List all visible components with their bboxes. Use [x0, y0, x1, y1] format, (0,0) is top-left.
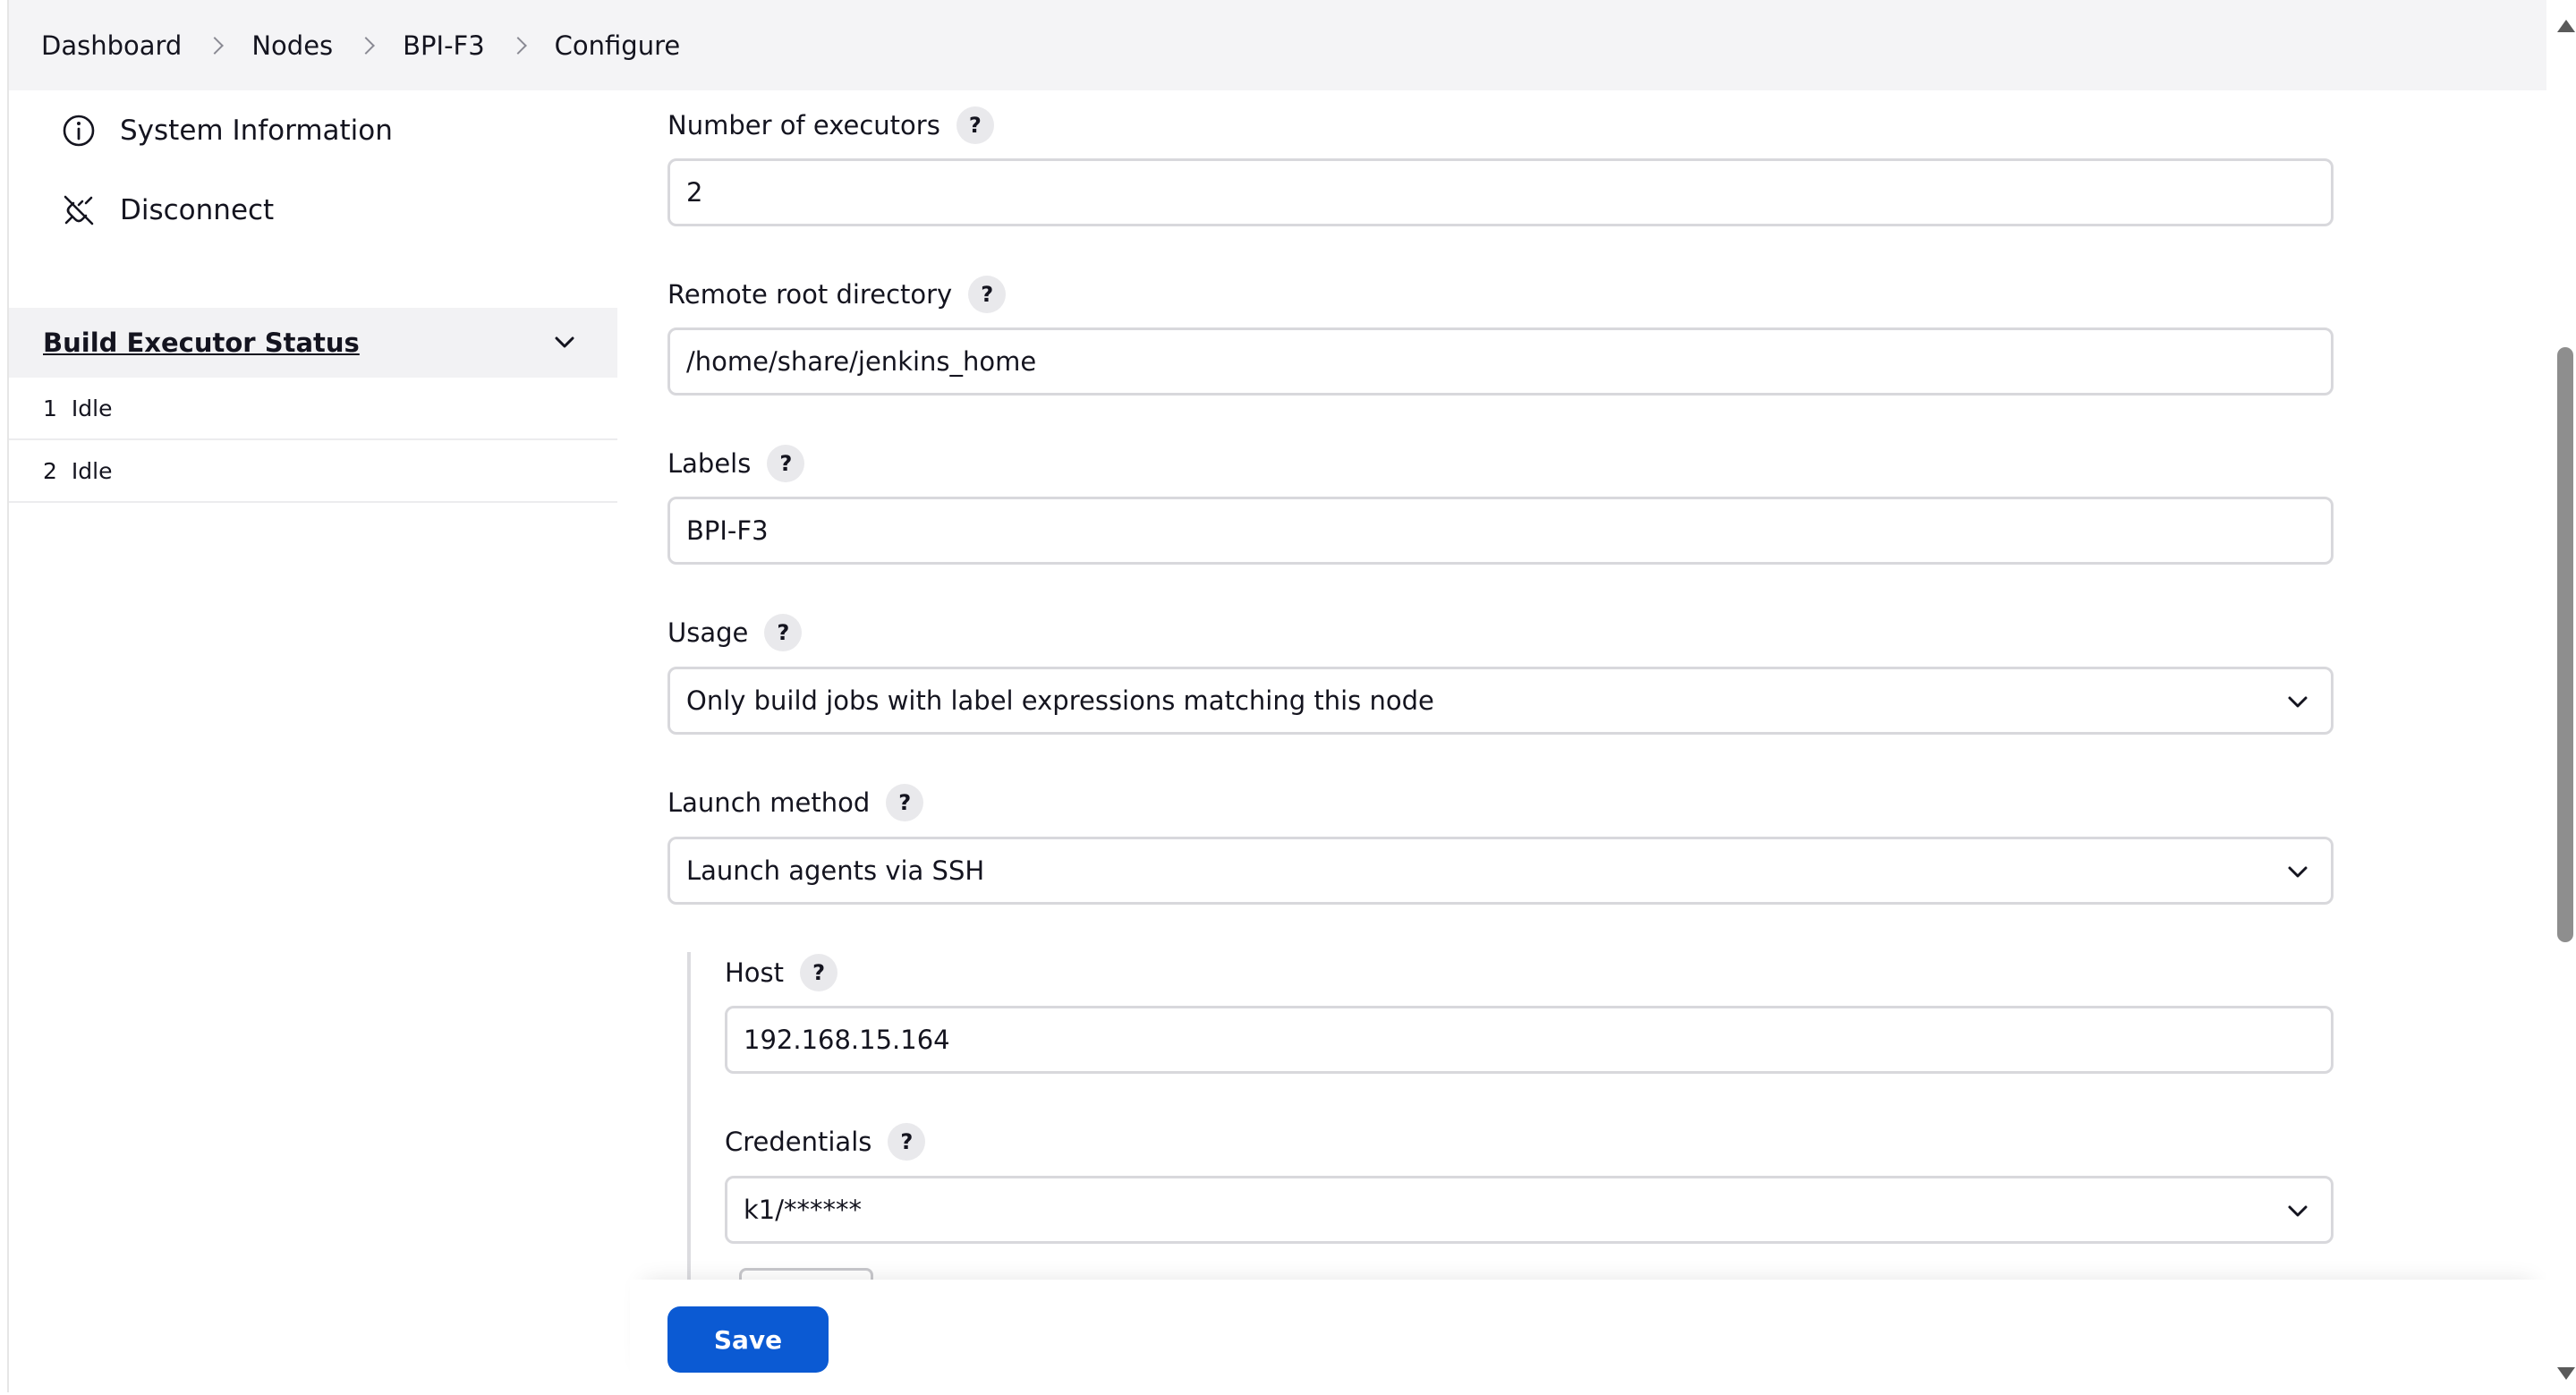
- field-label-text: Number of executors: [667, 110, 940, 140]
- chevron-right-icon: [508, 36, 527, 55]
- field-label-text: Labels: [667, 448, 752, 479]
- breadcrumb-dashboard[interactable]: Dashboard: [41, 30, 182, 61]
- save-button[interactable]: Save: [667, 1306, 829, 1373]
- field-label-text: Host: [725, 957, 785, 988]
- breadcrumb-node[interactable]: BPI-F3: [403, 30, 485, 61]
- launch-method-field-label: Launch method ?: [667, 784, 924, 821]
- host-input[interactable]: 192.168.15.164: [725, 1006, 2334, 1074]
- scrollbar-thumb[interactable]: [2557, 347, 2573, 942]
- labels-field-label: Labels ?: [667, 445, 805, 482]
- configure-form: Number of executors ? 2 Remote root dire…: [667, 90, 2341, 1280]
- executor-row: 2 Idle: [9, 440, 617, 503]
- executor-status-header[interactable]: Build Executor Status: [9, 308, 617, 378]
- help-icon[interactable]: ?: [956, 106, 994, 144]
- help-icon[interactable]: ?: [888, 1123, 926, 1161]
- executor-state: Idle: [71, 457, 113, 484]
- chevron-down-icon: [2288, 1205, 2308, 1217]
- sidebar-item-label: Disconnect: [120, 193, 275, 226]
- scroll-down-arrow-icon[interactable]: [2557, 1367, 2575, 1380]
- remote-root-field-label: Remote root directory ?: [667, 276, 1007, 313]
- sidebar-item-system-information[interactable]: System Information: [9, 90, 617, 170]
- breadcrumb-nodes[interactable]: Nodes: [251, 30, 333, 61]
- help-icon[interactable]: ?: [886, 784, 924, 821]
- usage-select[interactable]: Only build jobs with label expressions m…: [667, 667, 2334, 735]
- breadcrumb-configure[interactable]: Configure: [555, 30, 681, 61]
- executor-status-title[interactable]: Build Executor Status: [43, 327, 360, 358]
- ssh-options-indent-bar: [687, 952, 691, 1280]
- scroll-up-arrow-icon[interactable]: [2557, 20, 2575, 32]
- executor-number: 2: [43, 457, 57, 484]
- info-icon: [63, 115, 95, 146]
- app-window: Dashboard Nodes BPI-F3 Configure System …: [7, 0, 2576, 1392]
- remote-root-input-value: /home/share/jenkins_home: [686, 346, 1037, 377]
- launch-method-select-value: Launch agents via SSH: [686, 855, 985, 886]
- sidebar-item-disconnect[interactable]: Disconnect: [9, 170, 617, 250]
- help-icon[interactable]: ?: [968, 276, 1007, 313]
- chevron-down-icon[interactable]: [549, 327, 580, 358]
- credentials-field-label: Credentials ?: [725, 1123, 926, 1161]
- executor-state: Idle: [71, 395, 113, 421]
- add-credentials-button[interactable]: [739, 1268, 873, 1280]
- field-label-text: Credentials: [725, 1127, 872, 1157]
- usage-select-value: Only build jobs with label expressions m…: [686, 685, 1434, 716]
- chevron-down-icon: [2288, 696, 2308, 708]
- field-label-text: Remote root directory: [667, 279, 953, 310]
- launch-method-select[interactable]: Launch agents via SSH: [667, 837, 2334, 905]
- executors-field-label: Number of executors ?: [667, 106, 994, 144]
- credentials-select-value: k1/******: [744, 1195, 863, 1225]
- sidebar-item-label: System Information: [120, 114, 393, 147]
- sidebar: System Information Disconnect Build Exec…: [9, 90, 617, 503]
- bottom-action-bar: Save: [630, 1280, 2546, 1392]
- labels-input-value: BPI-F3: [686, 515, 769, 546]
- help-icon[interactable]: ?: [800, 954, 838, 991]
- remote-root-input[interactable]: /home/share/jenkins_home: [667, 327, 2334, 396]
- disconnect-icon: [64, 195, 94, 225]
- host-field-label: Host ?: [725, 954, 838, 991]
- vertical-scrollbar[interactable]: [2546, 0, 2576, 1392]
- executors-input-value: 2: [686, 177, 703, 208]
- help-icon[interactable]: ?: [764, 614, 803, 651]
- chevron-right-icon: [206, 36, 225, 55]
- field-label-text: Launch method: [667, 787, 871, 818]
- executor-number: 1: [43, 395, 57, 421]
- chevron-right-icon: [357, 36, 376, 55]
- chevron-down-icon: [2288, 866, 2308, 878]
- usage-field-label: Usage ?: [667, 614, 803, 651]
- labels-input[interactable]: BPI-F3: [667, 497, 2334, 565]
- help-icon[interactable]: ?: [767, 445, 805, 482]
- executors-input[interactable]: 2: [667, 158, 2334, 226]
- executor-row: 1 Idle: [9, 378, 617, 440]
- field-label-text: Usage: [667, 617, 749, 648]
- breadcrumb: Dashboard Nodes BPI-F3 Configure: [9, 0, 2546, 90]
- credentials-select[interactable]: k1/******: [725, 1176, 2334, 1244]
- host-input-value: 192.168.15.164: [744, 1025, 950, 1055]
